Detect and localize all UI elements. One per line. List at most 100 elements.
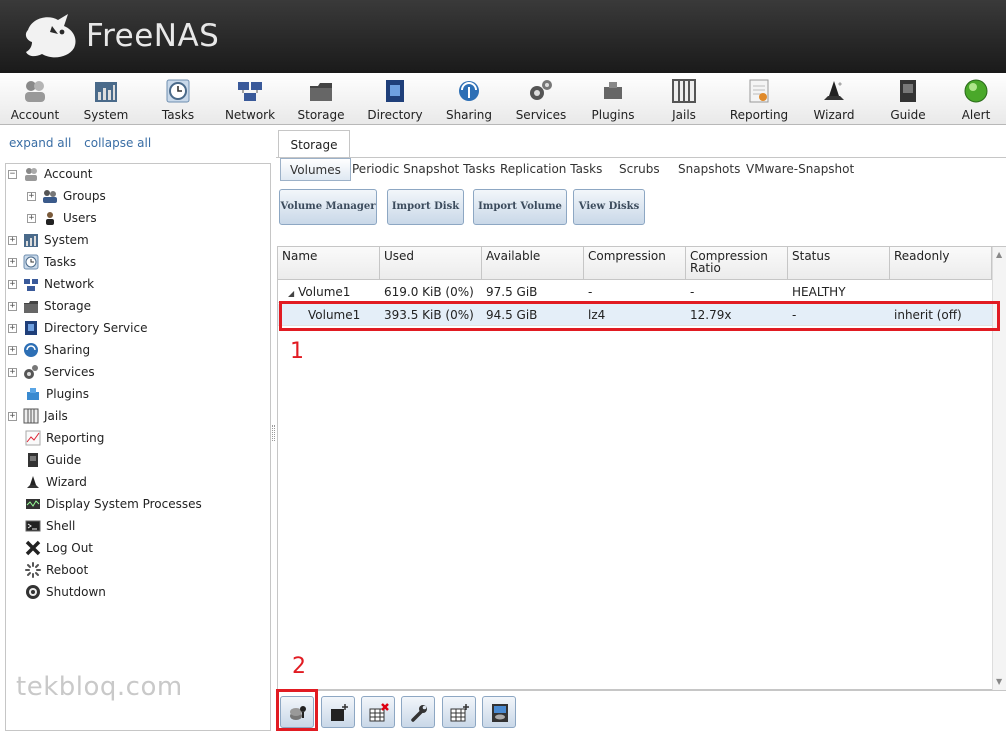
tree-item-users[interactable]: + Users bbox=[27, 209, 97, 227]
tree-item-storage[interactable]: + Storage bbox=[8, 297, 91, 315]
collapse-all-link[interactable]: collapse all bbox=[84, 136, 151, 150]
expand-toggle[interactable]: + bbox=[8, 411, 17, 421]
subtab-scrubs[interactable]: Scrubs bbox=[619, 158, 660, 181]
column-header-compression[interactable]: Compression bbox=[584, 247, 686, 280]
storage-subtabs: Volumes Periodic Snapshot Tasks Replicat… bbox=[278, 158, 1006, 182]
delete-icon bbox=[369, 703, 389, 722]
annotation-highlight-button bbox=[276, 689, 318, 731]
subtab-replication-tasks[interactable]: Replication Tasks bbox=[500, 158, 602, 181]
panel-splitter-handle[interactable] bbox=[272, 425, 275, 441]
toolbar-sharing[interactable]: Sharing bbox=[434, 75, 504, 123]
plugins-icon bbox=[604, 82, 622, 99]
collapse-arrow-icon[interactable]: ◢ bbox=[288, 289, 294, 298]
tree-item-sharing[interactable]: + Sharing bbox=[8, 341, 90, 359]
jails-icon bbox=[672, 79, 696, 103]
column-header-compression-ratio[interactable]: Compression Ratio bbox=[686, 247, 788, 280]
toolbar-services[interactable]: Services bbox=[506, 75, 576, 123]
volume-status-button[interactable] bbox=[482, 696, 516, 728]
tree-item-services[interactable]: + Services bbox=[8, 363, 95, 381]
row-name: Volume1 bbox=[298, 285, 351, 299]
toolbar-jails[interactable]: Jails bbox=[649, 75, 719, 123]
app-logo-text: FreeNAS bbox=[86, 18, 220, 54]
table-row[interactable]: ◢ Volume1 619.0 KiB (0%) 97.5 GiB - - HEA… bbox=[278, 281, 992, 303]
toolbar-services-label: Services bbox=[515, 108, 567, 122]
row-name-cell: ◢ Volume1 bbox=[284, 281, 354, 303]
toolbar-account[interactable]: Account bbox=[0, 75, 70, 123]
detach-volume-button[interactable] bbox=[361, 696, 395, 728]
toolbar-alert[interactable]: Alert bbox=[941, 75, 1006, 123]
tree-item-log-out[interactable]: Log Out bbox=[25, 539, 93, 557]
toolbar-plugins[interactable]: Plugins bbox=[578, 75, 648, 123]
expand-toggle[interactable]: + bbox=[8, 367, 17, 377]
toolbar-directory[interactable]: Directory bbox=[360, 75, 430, 123]
create-dataset-button[interactable] bbox=[321, 696, 355, 728]
shell-icon bbox=[25, 520, 41, 532]
tree-item-display-system-processes[interactable]: Display System Processes bbox=[25, 495, 202, 513]
expand-toggle[interactable]: + bbox=[8, 345, 17, 355]
sharing-icon bbox=[459, 81, 479, 101]
collapse-toggle[interactable]: − bbox=[8, 169, 17, 179]
toolbar-account-label: Account bbox=[10, 108, 60, 122]
storage-icon bbox=[310, 83, 332, 101]
subtab-snapshots[interactable]: Snapshots bbox=[678, 158, 740, 181]
toolbar-system[interactable]: System bbox=[71, 75, 141, 123]
expand-toggle[interactable]: + bbox=[8, 257, 17, 267]
column-header-status[interactable]: Status bbox=[788, 247, 890, 280]
import-disk-button[interactable]: Import Disk bbox=[387, 189, 464, 225]
expand-toggle[interactable]: + bbox=[8, 301, 17, 311]
reporting-icon bbox=[25, 430, 41, 446]
tree-item-reporting[interactable]: Reporting bbox=[25, 429, 104, 447]
expand-toggle[interactable]: + bbox=[27, 191, 36, 201]
toolbar-guide[interactable]: Guide bbox=[873, 75, 943, 123]
expand-toggle[interactable]: + bbox=[8, 235, 17, 245]
tree-item-network[interactable]: + Network bbox=[8, 275, 94, 293]
tab-storage[interactable]: Storage bbox=[278, 130, 350, 158]
toolbar-tasks[interactable]: Tasks bbox=[143, 75, 213, 123]
toolbar-storage[interactable]: Storage bbox=[286, 75, 356, 123]
tree-item-label: Guide bbox=[46, 453, 82, 467]
tree-item-wizard[interactable]: Wizard bbox=[25, 473, 87, 491]
tree-item-shell[interactable]: Shell bbox=[25, 517, 75, 535]
column-header-readonly[interactable]: Readonly bbox=[890, 247, 992, 280]
system-icon bbox=[24, 234, 38, 247]
edit-options-button[interactable] bbox=[401, 696, 435, 728]
storage-icon bbox=[24, 301, 38, 313]
create-zvol-button[interactable] bbox=[442, 696, 476, 728]
tree-item-label: Storage bbox=[44, 299, 91, 313]
main-toolbar: Account System Tasks Network Storage Dir… bbox=[0, 73, 1006, 125]
expand-toggle[interactable]: + bbox=[8, 323, 17, 333]
expand-toggle[interactable]: + bbox=[8, 279, 17, 289]
tree-item-system[interactable]: + System bbox=[8, 231, 89, 249]
tree-item-groups[interactable]: + Groups bbox=[27, 187, 106, 205]
scroll-up-arrow-icon[interactable]: ▲ bbox=[996, 250, 1002, 259]
tree-item-directory-service[interactable]: + Directory Service bbox=[8, 319, 147, 337]
scroll-down-arrow-icon[interactable]: ▼ bbox=[996, 677, 1002, 686]
tasks-icon bbox=[23, 254, 39, 270]
column-header-available[interactable]: Available bbox=[482, 247, 584, 280]
toolbar-wizard[interactable]: Wizard bbox=[799, 75, 869, 123]
tree-item-reboot[interactable]: Reboot bbox=[25, 561, 88, 579]
tree-item-shutdown[interactable]: Shutdown bbox=[25, 583, 106, 601]
view-disks-button[interactable]: View Disks bbox=[573, 189, 645, 225]
tree-item-plugins[interactable]: Plugins bbox=[25, 385, 89, 403]
subtab-vmware-snapshot[interactable]: VMware-Snapshot bbox=[746, 158, 854, 181]
subtab-periodic-snapshot-tasks[interactable]: Periodic Snapshot Tasks bbox=[352, 158, 495, 181]
expand-toggle[interactable]: + bbox=[27, 213, 36, 223]
services-icon bbox=[24, 365, 38, 379]
volume-manager-button[interactable]: Volume Manager bbox=[279, 189, 377, 225]
column-header-name[interactable]: Name bbox=[278, 247, 380, 280]
network-icon bbox=[24, 279, 38, 291]
expand-all-link[interactable]: expand all bbox=[9, 136, 71, 150]
column-header-used[interactable]: Used bbox=[380, 247, 482, 280]
tree-item-jails[interactable]: + Jails bbox=[8, 407, 68, 425]
app-header: FreeNAS ™ bbox=[0, 0, 1006, 73]
subtab-volumes[interactable]: Volumes bbox=[280, 158, 351, 181]
toolbar-network[interactable]: Network bbox=[215, 75, 285, 123]
tree-item-guide[interactable]: Guide bbox=[25, 451, 81, 469]
toolbar-reporting[interactable]: Reporting bbox=[724, 75, 794, 123]
import-volume-button[interactable]: Import Volume bbox=[473, 189, 567, 225]
tree-item-tasks[interactable]: + Tasks bbox=[8, 253, 76, 271]
annotation-highlight-row bbox=[279, 301, 1000, 331]
tree-item-account[interactable]: − Account bbox=[8, 165, 92, 183]
tree-item-label: Shutdown bbox=[46, 585, 106, 599]
